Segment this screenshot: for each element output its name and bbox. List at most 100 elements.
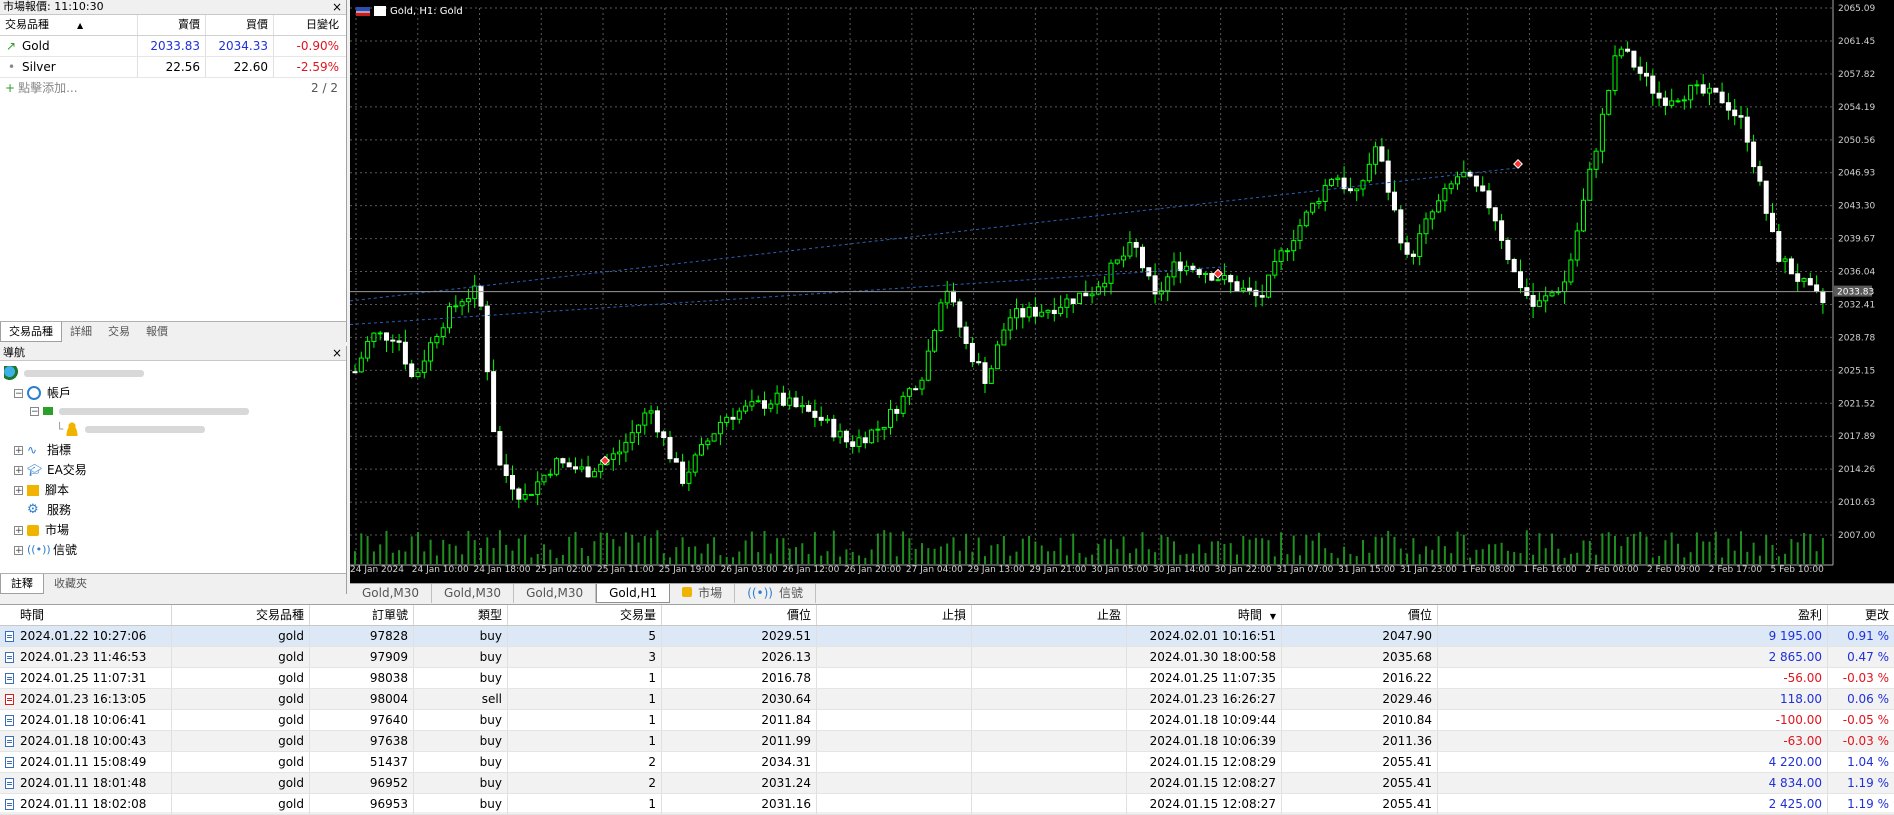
nav-scripts[interactable]: + 腳本 xyxy=(14,481,69,499)
candle-body xyxy=(1322,184,1328,202)
cell-volume: 3 xyxy=(508,647,662,667)
candle-body xyxy=(825,418,830,421)
cell-type: buy xyxy=(414,626,508,646)
col-change[interactable]: 更改 xyxy=(1828,605,1894,625)
cell-volume: 5 xyxy=(508,626,662,646)
candle-body xyxy=(1593,150,1599,170)
nav-accounts[interactable]: − 帳戶 xyxy=(14,384,71,402)
time-axis-label: 24 Jan 18:00 xyxy=(474,565,531,575)
candle-body xyxy=(497,431,503,466)
symbol-row-silver[interactable]: • Silver 22.56 22.60 -2.59% xyxy=(0,57,346,78)
candle-body xyxy=(1587,168,1593,201)
nav-experts[interactable]: + 🎓︎ EA交易 xyxy=(14,461,87,479)
tab-market[interactable]: 市場 xyxy=(670,584,736,603)
cell-open-time: 2024.01.18 10:00:43 xyxy=(0,731,172,751)
col-bid[interactable]: 賣價 xyxy=(138,15,206,35)
col-change[interactable]: 日變化 xyxy=(274,15,344,35)
candle-body xyxy=(1058,306,1064,315)
table-row[interactable]: 2024.01.11 15:08:49 gold 51437 buy 2 2034.31 2… xyxy=(0,752,1894,773)
chart-title: Gold, H1: Gold xyxy=(390,5,463,17)
col-volume[interactable]: 交易量 xyxy=(508,605,662,625)
tab-chart-gold-h1[interactable]: Gold,H1 xyxy=(596,584,671,603)
table-header: 時間 交易品種 訂單號 類型 交易量 價位 止損 止盈 時間 ▼ 價位 盈利 更改 xyxy=(0,605,1894,626)
candle-body xyxy=(510,475,515,490)
expand-icon: + xyxy=(14,545,23,556)
cell-type: sell xyxy=(414,689,508,709)
cell-open-price: 2030.64 xyxy=(662,689,817,709)
col-close-price[interactable]: 價位 xyxy=(1282,605,1438,625)
tab-details[interactable]: 詳細 xyxy=(62,322,100,342)
close-icon[interactable]: × xyxy=(332,346,342,360)
candle-body xyxy=(1656,92,1662,99)
table-row[interactable]: 2024.01.23 16:13:05 gold 98004 sell 1 2030.64… xyxy=(0,689,1894,710)
cell-take-profit xyxy=(972,752,1127,772)
close-icon[interactable]: × xyxy=(332,0,342,14)
candle-body xyxy=(1681,99,1687,102)
candle-body xyxy=(850,441,856,447)
col-type[interactable]: 類型 xyxy=(414,605,508,625)
candle-body xyxy=(812,410,818,418)
candle-body xyxy=(1215,279,1221,282)
col-open-price[interactable]: 價位 xyxy=(662,605,817,625)
candle-body xyxy=(1820,290,1826,304)
table-row[interactable]: 2024.01.18 10:00:43 gold 97638 buy 1 2011.99 2… xyxy=(0,731,1894,752)
add-symbol-row[interactable]: + 點擊添加... 2 / 2 xyxy=(0,78,346,98)
candle-body xyxy=(982,362,988,384)
price-axis-label: 2061.45 xyxy=(1838,37,1875,47)
expand-icon: + xyxy=(14,445,23,456)
tab-chart-gold-m30[interactable]: Gold,M30 xyxy=(514,584,597,603)
order-document-icon xyxy=(5,631,14,642)
candle-body xyxy=(516,488,522,500)
table-row[interactable]: 2024.01.25 11:07:31 gold 98038 buy 1 2016.78 2… xyxy=(0,668,1894,689)
price-chart[interactable]: 2065.09 2061.45 2057.82 2054.19 2050.56 2046.… xyxy=(350,0,1894,583)
nav-signals[interactable]: + ((•)) 信號 xyxy=(14,541,77,559)
nav-indicators[interactable]: + ∿ 指標 xyxy=(14,441,71,459)
cell-take-profit xyxy=(972,668,1127,688)
time-axis-label: 25 Jan 11:00 xyxy=(597,565,654,575)
tab-chart-gold-m30[interactable]: Gold,M30 xyxy=(350,584,433,603)
col-take-profit[interactable]: 止盈 xyxy=(972,605,1127,625)
col-stop-loss[interactable]: 止損 xyxy=(817,605,972,625)
tab-ticks[interactable]: 報價 xyxy=(138,322,176,342)
time-axis-label: 29 Jan 13:00 xyxy=(968,565,1025,575)
col-symbol[interactable]: 交易品種 ▲ xyxy=(0,15,138,35)
nav-account-server[interactable]: − xyxy=(30,402,249,420)
col-close-time[interactable]: 時間 ▼ xyxy=(1127,605,1282,625)
nav-market[interactable]: + 市場 xyxy=(14,521,69,539)
tab-common[interactable]: 註釋 xyxy=(0,574,44,594)
tab-signals-label: 信號 xyxy=(779,586,804,600)
candle-body xyxy=(680,461,686,484)
tab-chart-gold-m30[interactable]: Gold,M30 xyxy=(432,584,515,603)
tab-favorites[interactable]: 收藏夾 xyxy=(44,574,97,594)
col-profit[interactable]: 盈利 xyxy=(1438,605,1828,625)
trade-marker xyxy=(1513,159,1523,169)
time-axis-label: 25 Jan 02:00 xyxy=(535,565,592,575)
candle-body xyxy=(1568,259,1574,283)
nav-account-user[interactable]: └ xyxy=(56,420,206,438)
table-row[interactable]: 2024.01.11 18:01:48 gold 96952 buy 2 2031.24 2… xyxy=(0,773,1894,794)
symbol-row-gold[interactable]: ↗ Gold 2033.83 2034.33 -0.90% xyxy=(0,36,346,57)
col-ask[interactable]: 買價 xyxy=(206,15,274,35)
nav-services[interactable]: ⚙ 服務 xyxy=(27,501,71,519)
tab-symbols[interactable]: 交易品種 xyxy=(0,322,62,342)
table-row[interactable]: 2024.01.23 11:46:53 gold 97909 buy 3 2026.13 2… xyxy=(0,647,1894,668)
candle-body xyxy=(900,395,906,414)
candle-body xyxy=(1234,281,1240,292)
tab-trading[interactable]: 交易 xyxy=(100,322,138,342)
table-row[interactable]: 2024.01.22 10:27:06 gold 97828 buy 5 2029.51 2… xyxy=(0,626,1894,647)
cell-symbol: gold xyxy=(172,773,310,793)
col-symbol[interactable]: 交易品種 xyxy=(172,605,310,625)
candle-body xyxy=(447,305,452,329)
nav-root[interactable] xyxy=(4,364,144,382)
candle-body xyxy=(1650,75,1656,94)
candle-body xyxy=(541,474,547,483)
col-ticket[interactable]: 訂單號 xyxy=(310,605,414,625)
chart-window[interactable]: 2065.09 2061.45 2057.82 2054.19 2050.56 2046.… xyxy=(350,0,1894,583)
cell-close-time: 2024.01.18 10:09:44 xyxy=(1127,710,1282,730)
table-row[interactable]: 2024.01.11 18:02:08 gold 96953 buy 1 2031.16 2… xyxy=(0,794,1894,815)
col-open-time[interactable]: 時間 xyxy=(0,605,172,625)
tab-signals[interactable]: ((•)) 信號 xyxy=(735,584,817,603)
table-row[interactable]: 2024.01.18 10:06:41 gold 97640 buy 1 2011.84 2… xyxy=(0,710,1894,731)
candle-body xyxy=(1461,171,1467,178)
cell-stop-loss xyxy=(817,731,972,751)
